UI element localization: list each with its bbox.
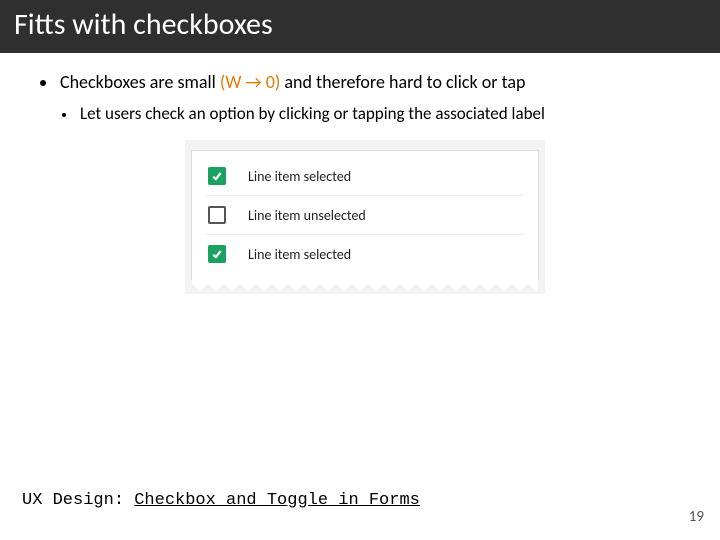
bullet-main-text: Checkboxes are small (W → 0) and therefo… [60, 71, 526, 93]
list-item[interactable]: Line item selected [206, 235, 524, 273]
list-item[interactable]: Line item unselected [206, 196, 524, 235]
checkbox-figure: Line item selected Line item unselected … [185, 140, 545, 294]
bullet-sub: Let users check an option by clicking or… [40, 103, 690, 124]
bullet-text-c: and therefore hard to click or tap [280, 71, 525, 93]
slide-body: Checkboxes are small (W → 0) and therefo… [0, 53, 720, 294]
bullet-dot-icon [62, 113, 66, 117]
slide-title: Fitts with checkboxes [14, 6, 273, 43]
footer-link[interactable]: Checkbox and Toggle in Forms [134, 491, 420, 510]
checkbox-checked-icon[interactable] [208, 245, 226, 263]
bullet-text-a: Checkboxes [60, 71, 150, 93]
checkbox-unchecked-icon[interactable] [208, 206, 226, 224]
bullet-text-b: are small [150, 71, 220, 93]
bullet-sub-text: Let users check an option by clicking or… [80, 103, 545, 124]
checkbox-checked-icon[interactable] [208, 167, 226, 185]
page-number: 19 [689, 508, 704, 526]
footer-prefix: UX Design: [22, 491, 134, 510]
list-item-label: Line item selected [248, 246, 351, 263]
slide-title-bar: Fitts with checkboxes [0, 0, 720, 53]
bullet-dot-icon [40, 80, 46, 86]
list-item-label: Line item unselected [248, 207, 366, 224]
list-item[interactable]: Line item selected [206, 157, 524, 196]
footer-citation: UX Design: Checkbox and Toggle in Forms [22, 491, 420, 510]
torn-edge-icon [192, 279, 538, 293]
figure-container: Line item selected Line item unselected … [40, 140, 690, 294]
bullet-main: Checkboxes are small (W → 0) and therefo… [40, 71, 690, 93]
bullet-text-accent: (W → 0) [220, 71, 281, 93]
list-item-label: Line item selected [248, 168, 351, 185]
checkbox-card: Line item selected Line item unselected … [191, 150, 539, 280]
